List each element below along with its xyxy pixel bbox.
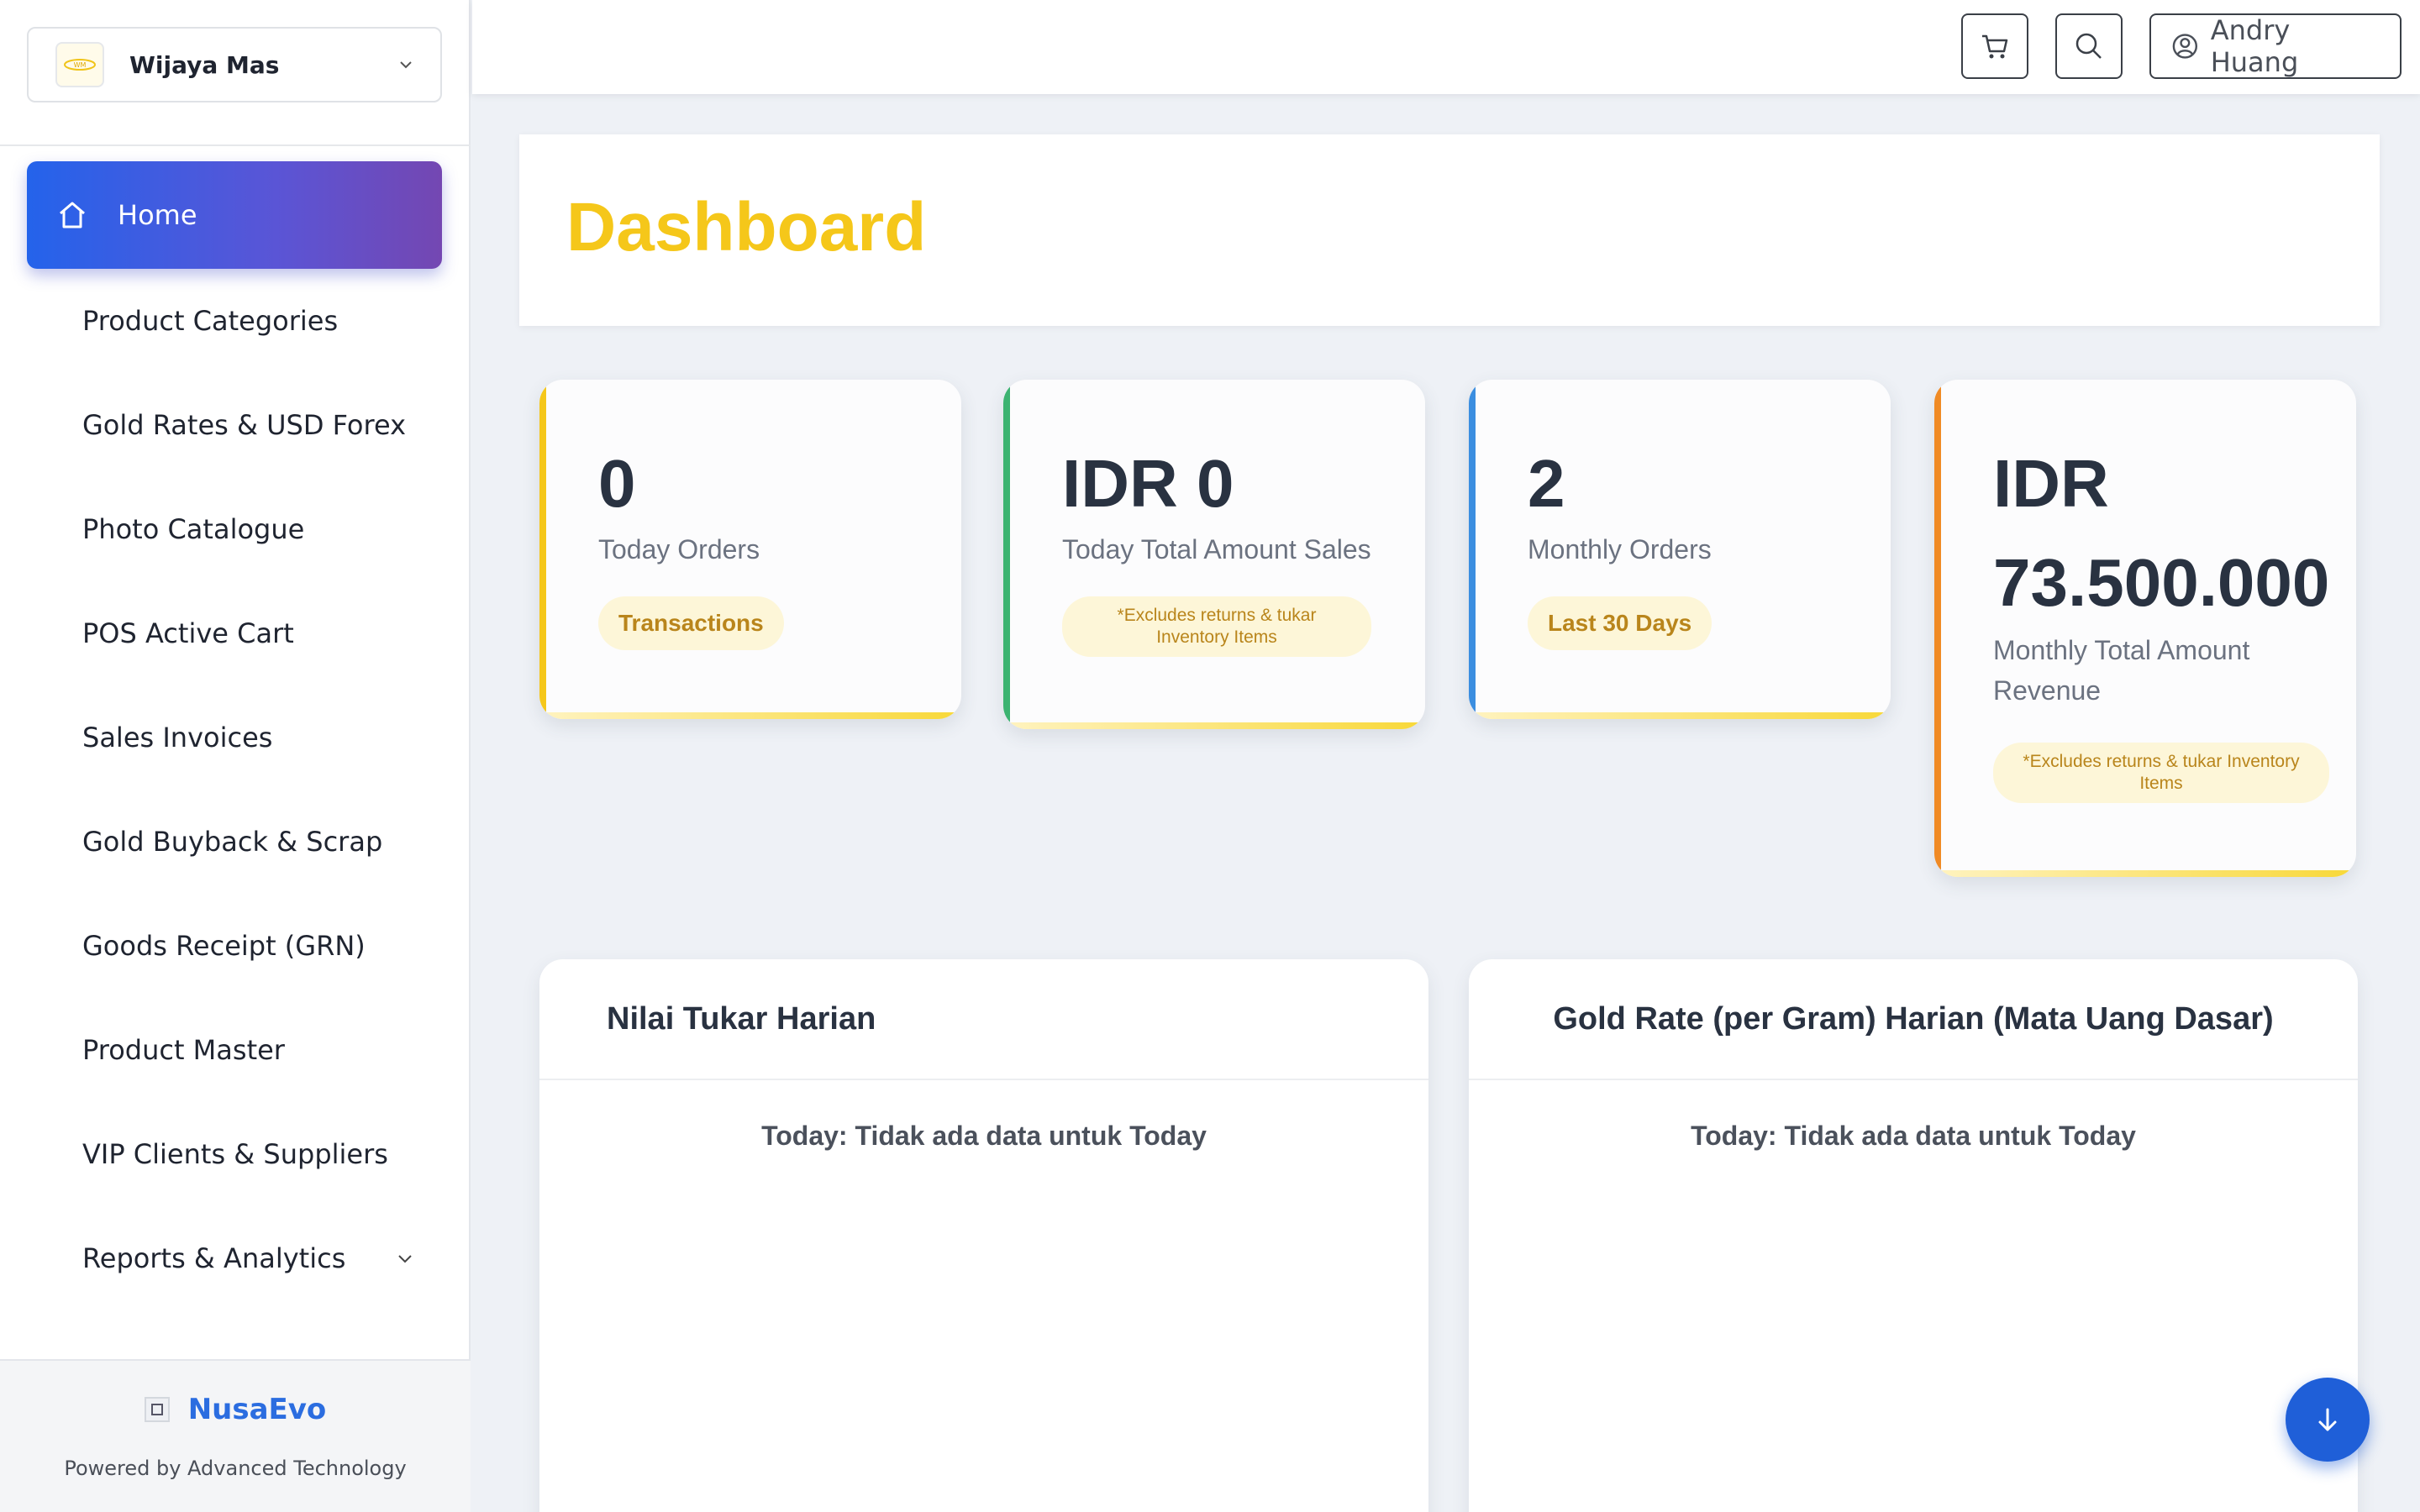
- chart-title: Gold Rate (per Gram) Harian (Mata Uang D…: [1553, 1000, 2274, 1037]
- chart-empty-message: Today: Tidak ada data untuk Today: [761, 1121, 1207, 1151]
- cart-button[interactable]: [1961, 13, 2028, 79]
- sidebar-item-gold-rates[interactable]: Gold Rates & USD Forex: [27, 373, 442, 477]
- sidebar-item-photo-catalogue[interactable]: Photo Catalogue: [27, 477, 442, 581]
- sidebar-item-label: Goods Receipt (GRN): [82, 930, 366, 962]
- sidebar-item-reports[interactable]: Reports & Analytics: [27, 1206, 442, 1310]
- stat-label: Monthly Total Amount: [1993, 635, 2250, 665]
- stat-card-monthly-orders: 2 Monthly Orders Last 30 Days: [1469, 380, 1891, 719]
- brand-name: NusaEvo: [187, 1393, 327, 1426]
- sidebar-item-label: VIP Clients & Suppliers: [82, 1138, 388, 1170]
- brand-logo-icon: [144, 1397, 170, 1422]
- company-name: Wijaya Mas: [129, 50, 280, 79]
- home-icon: [60, 202, 85, 228]
- user-name: Andry Huang: [2210, 14, 2299, 78]
- stat-value: IDR 0: [1062, 446, 1234, 521]
- chevron-down-icon: [400, 61, 412, 69]
- chart-empty-message: Today: Tidak ada data untuk Today: [1691, 1121, 2136, 1151]
- company-logo-icon: WM: [55, 42, 104, 87]
- sidebar: WM Wijaya Mas Home Product Categories Go…: [0, 0, 471, 1512]
- sidebar-item-label: Product Master: [82, 1034, 285, 1066]
- sidebar-item-label: Sales Invoices: [82, 722, 273, 753]
- sidebar-item-vip-clients[interactable]: VIP Clients & Suppliers: [27, 1102, 442, 1206]
- company-selector[interactable]: WM Wijaya Mas: [27, 27, 442, 102]
- stat-badge: Last 30 Days: [1528, 596, 1712, 650]
- sidebar-divider: [0, 144, 471, 146]
- cart-icon: [1982, 34, 2008, 59]
- stat-badge: Transactions: [598, 596, 784, 650]
- arrow-down-icon: [2318, 1408, 2337, 1431]
- scroll-down-button[interactable]: [2286, 1378, 2370, 1462]
- stat-label-cont: Revenue: [1993, 675, 2102, 706]
- topbar: Andry Huang: [472, 0, 2420, 94]
- user-circle-icon: [2172, 34, 2198, 59]
- stat-card-monthly-revenue: IDR 73.500.000 Monthly Total Amount Reve…: [1934, 380, 2356, 877]
- stat-value: 2: [1528, 446, 1565, 521]
- chart-title: Nilai Tukar Harian: [607, 1000, 876, 1037]
- page-title: Dashboard: [566, 189, 927, 265]
- sidebar-item-label: Reports & Analytics: [82, 1242, 346, 1274]
- sidebar-footer: NusaEvo Powered by Advanced Technology: [0, 1359, 471, 1512]
- sidebar-item-home[interactable]: Home: [27, 161, 442, 269]
- stat-label: Monthly Orders: [1528, 534, 1712, 564]
- sidebar-item-product-master[interactable]: Product Master: [27, 998, 442, 1102]
- footer-tagline: Powered by Advanced Technology: [64, 1457, 407, 1480]
- sidebar-item-pos-active-cart[interactable]: POS Active Cart: [27, 581, 442, 685]
- sidebar-nav: Home Product Categories Gold Rates & USD…: [27, 161, 442, 1310]
- stat-badge: *Excludes returns & tukar Inventory Item…: [1993, 743, 2329, 803]
- page-header: Dashboard: [519, 134, 2380, 326]
- stat-label: Today Total Amount Sales: [1062, 534, 1371, 564]
- stat-value: 73.500.000: [1993, 545, 2330, 620]
- stat-value-currency: IDR: [1993, 446, 2109, 521]
- sidebar-item-label: Gold Buyback & Scrap: [82, 826, 383, 858]
- stat-card-today-sales: IDR 0 Today Total Amount Sales *Excludes…: [1003, 380, 1425, 729]
- chart-card-gold-rate: Gold Rate (per Gram) Harian (Mata Uang D…: [1469, 959, 2358, 1512]
- chart-card-exchange-rate: Nilai Tukar Harian Today: Tidak ada data…: [539, 959, 1428, 1512]
- sidebar-item-label: Product Categories: [82, 305, 339, 337]
- sidebar-item-gold-buyback[interactable]: Gold Buyback & Scrap: [27, 790, 442, 894]
- search-button[interactable]: [2055, 13, 2123, 79]
- chevron-down-icon: [398, 1255, 412, 1263]
- svg-text:WM: WM: [74, 61, 87, 69]
- sidebar-item-label: Photo Catalogue: [82, 513, 305, 545]
- stat-badge: *Excludes returns & tukar Inventory Item…: [1062, 596, 1371, 657]
- sidebar-item-label: POS Active Cart: [82, 617, 294, 649]
- stat-card-today-orders: 0 Today Orders Transactions: [539, 380, 961, 719]
- sidebar-item-product-categories[interactable]: Product Categories: [27, 269, 442, 373]
- sidebar-item-label: Gold Rates & USD Forex: [82, 409, 406, 441]
- sidebar-item-label: Home: [118, 199, 197, 231]
- sidebar-item-goods-receipt[interactable]: Goods Receipt (GRN): [27, 894, 442, 998]
- search-icon: [2075, 33, 2102, 59]
- user-menu-button[interactable]: Andry Huang: [2149, 13, 2402, 79]
- stat-label: Today Orders: [598, 534, 760, 564]
- main-content: Dashboard 0 Today Orders Transactions ID…: [519, 134, 2380, 1512]
- stat-value: 0: [598, 446, 636, 521]
- sidebar-item-sales-invoices[interactable]: Sales Invoices: [27, 685, 442, 790]
